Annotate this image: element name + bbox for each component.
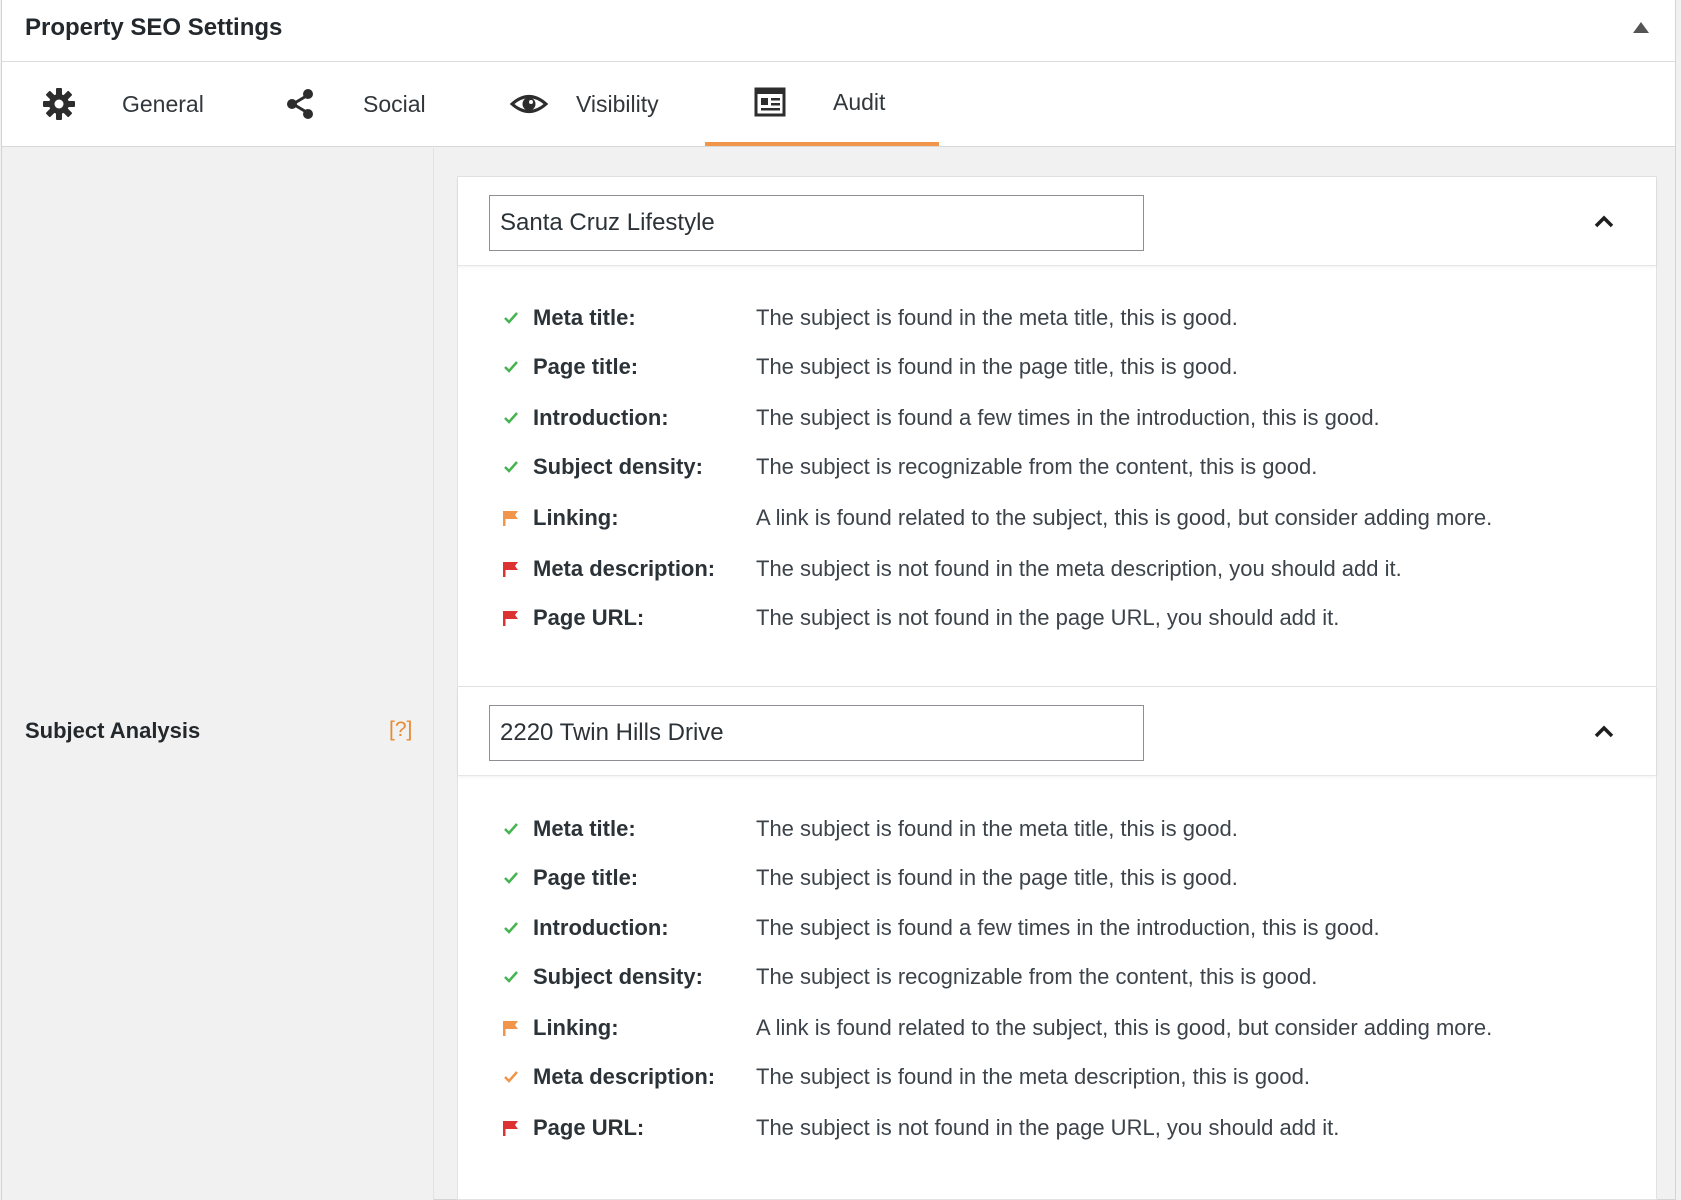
checkmark-icon: [500, 966, 522, 988]
check-label: Introduction:: [533, 405, 669, 430]
tab-label: Social: [363, 90, 426, 117]
check-label: Meta title:: [533, 816, 636, 841]
checkmark-icon: [500, 307, 522, 329]
checkmark-icon: [500, 356, 522, 378]
flag-icon: [500, 507, 522, 529]
check-message: The subject is found in the meta title, …: [756, 305, 1238, 330]
check-message: A link is found related to the subject, …: [756, 505, 1493, 530]
checkmark-icon: [500, 867, 522, 889]
flag-icon: [500, 1117, 522, 1139]
check-row: Meta description: The subject is not fou…: [500, 552, 1620, 586]
check-row: Introduction: The subject is found a few…: [500, 911, 1620, 945]
checkmark-icon: [500, 407, 522, 429]
check-label: Introduction:: [533, 915, 669, 940]
check-row: Meta title: The subject is found in the …: [500, 301, 1620, 335]
tab-bar: General Social Visibility Audit: [2, 62, 1675, 147]
check-row: Page URL: The subject is not found in th…: [500, 1111, 1620, 1145]
check-row: Meta title: The subject is found in the …: [500, 812, 1620, 846]
check-row: Subject density: The subject is recogniz…: [500, 960, 1620, 994]
sidebar: [2, 148, 434, 1200]
check-message: A link is found related to the subject, …: [756, 1015, 1493, 1040]
tab-visibility[interactable]: Visibility: [510, 62, 710, 146]
check-message: The subject is recognizable from the con…: [756, 454, 1318, 479]
check-message: The subject is found in the meta title, …: [756, 816, 1238, 841]
check-message: The subject is found in the meta descrip…: [756, 1064, 1310, 1089]
tab-label: Visibility: [576, 90, 659, 117]
chevron-up-icon[interactable]: [1592, 719, 1616, 743]
eye-icon: [510, 87, 548, 121]
check-message: The subject is found in the page title, …: [756, 354, 1238, 379]
check-row: Page title: The subject is found in the …: [500, 350, 1620, 384]
panel-header: Property SEO Settings: [2, 0, 1675, 62]
audit-icon: [753, 85, 787, 119]
check-message: The subject is found a few times in the …: [756, 915, 1380, 940]
check-row: Introduction: The subject is found a few…: [500, 401, 1620, 435]
flag-icon: [500, 1017, 522, 1039]
tab-label: Audit: [833, 88, 886, 115]
check-label: Linking:: [533, 505, 619, 530]
check-message: The subject is not found in the page URL…: [756, 605, 1340, 630]
check-label: Subject density:: [533, 964, 703, 989]
subject-input[interactable]: [489, 195, 1144, 251]
checkmark-icon: [500, 917, 522, 939]
subject-card-header: [458, 687, 1656, 776]
tab-audit[interactable]: Audit: [705, 62, 939, 146]
help-link[interactable]: [?]: [389, 718, 412, 742]
check-message: The subject is found in the page title, …: [756, 865, 1238, 890]
check-message: The subject is recognizable from the con…: [756, 964, 1318, 989]
check-label: Meta description:: [533, 556, 716, 581]
checkmark-icon: [500, 456, 522, 478]
tab-label: General: [122, 90, 204, 117]
check-row: Linking: A link is found related to the …: [500, 1011, 1620, 1045]
subject-card: Meta title: The subject is found in the …: [457, 686, 1657, 1200]
check-label: Page URL:: [533, 605, 645, 630]
check-row: Meta description: The subject is found i…: [500, 1060, 1620, 1094]
check-message: The subject is not found in the meta des…: [756, 556, 1402, 581]
check-row: Page URL: The subject is not found in th…: [500, 601, 1620, 635]
chevron-up-icon[interactable]: [1592, 209, 1616, 233]
gear-icon: [42, 87, 76, 121]
subject-analysis-label: Subject Analysis: [25, 718, 201, 743]
check-row: Subject density: The subject is recogniz…: [500, 450, 1620, 484]
check-row: Linking: A link is found related to the …: [500, 501, 1620, 535]
check-label: Meta title:: [533, 305, 636, 330]
subject-card: Meta title: The subject is found in the …: [457, 176, 1657, 687]
collapse-panel-button[interactable]: [1633, 22, 1649, 33]
check-label: Page title:: [533, 865, 639, 890]
tab-general[interactable]: General: [42, 62, 242, 146]
share-icon: [283, 87, 317, 121]
check-row: Page title: The subject is found in the …: [500, 861, 1620, 895]
check-label: Page URL:: [533, 1115, 645, 1140]
flag-icon: [500, 607, 522, 629]
check-message: The subject is found a few times in the …: [756, 405, 1380, 430]
checkmark-icon: [500, 1066, 522, 1088]
check-label: Subject density:: [533, 454, 703, 479]
subject-input[interactable]: [489, 705, 1144, 761]
check-message: The subject is not found in the page URL…: [756, 1115, 1340, 1140]
subject-card-header: [458, 177, 1656, 266]
tab-social[interactable]: Social: [283, 62, 463, 146]
seo-settings-panel: Property SEO Settings General Social Vis…: [1, 0, 1676, 1200]
check-label: Page title:: [533, 354, 639, 379]
flag-icon: [500, 558, 522, 580]
check-label: Meta description:: [533, 1064, 716, 1089]
check-label: Linking:: [533, 1015, 619, 1040]
panel-title: Property SEO Settings: [25, 14, 283, 41]
checkmark-icon: [500, 818, 522, 840]
